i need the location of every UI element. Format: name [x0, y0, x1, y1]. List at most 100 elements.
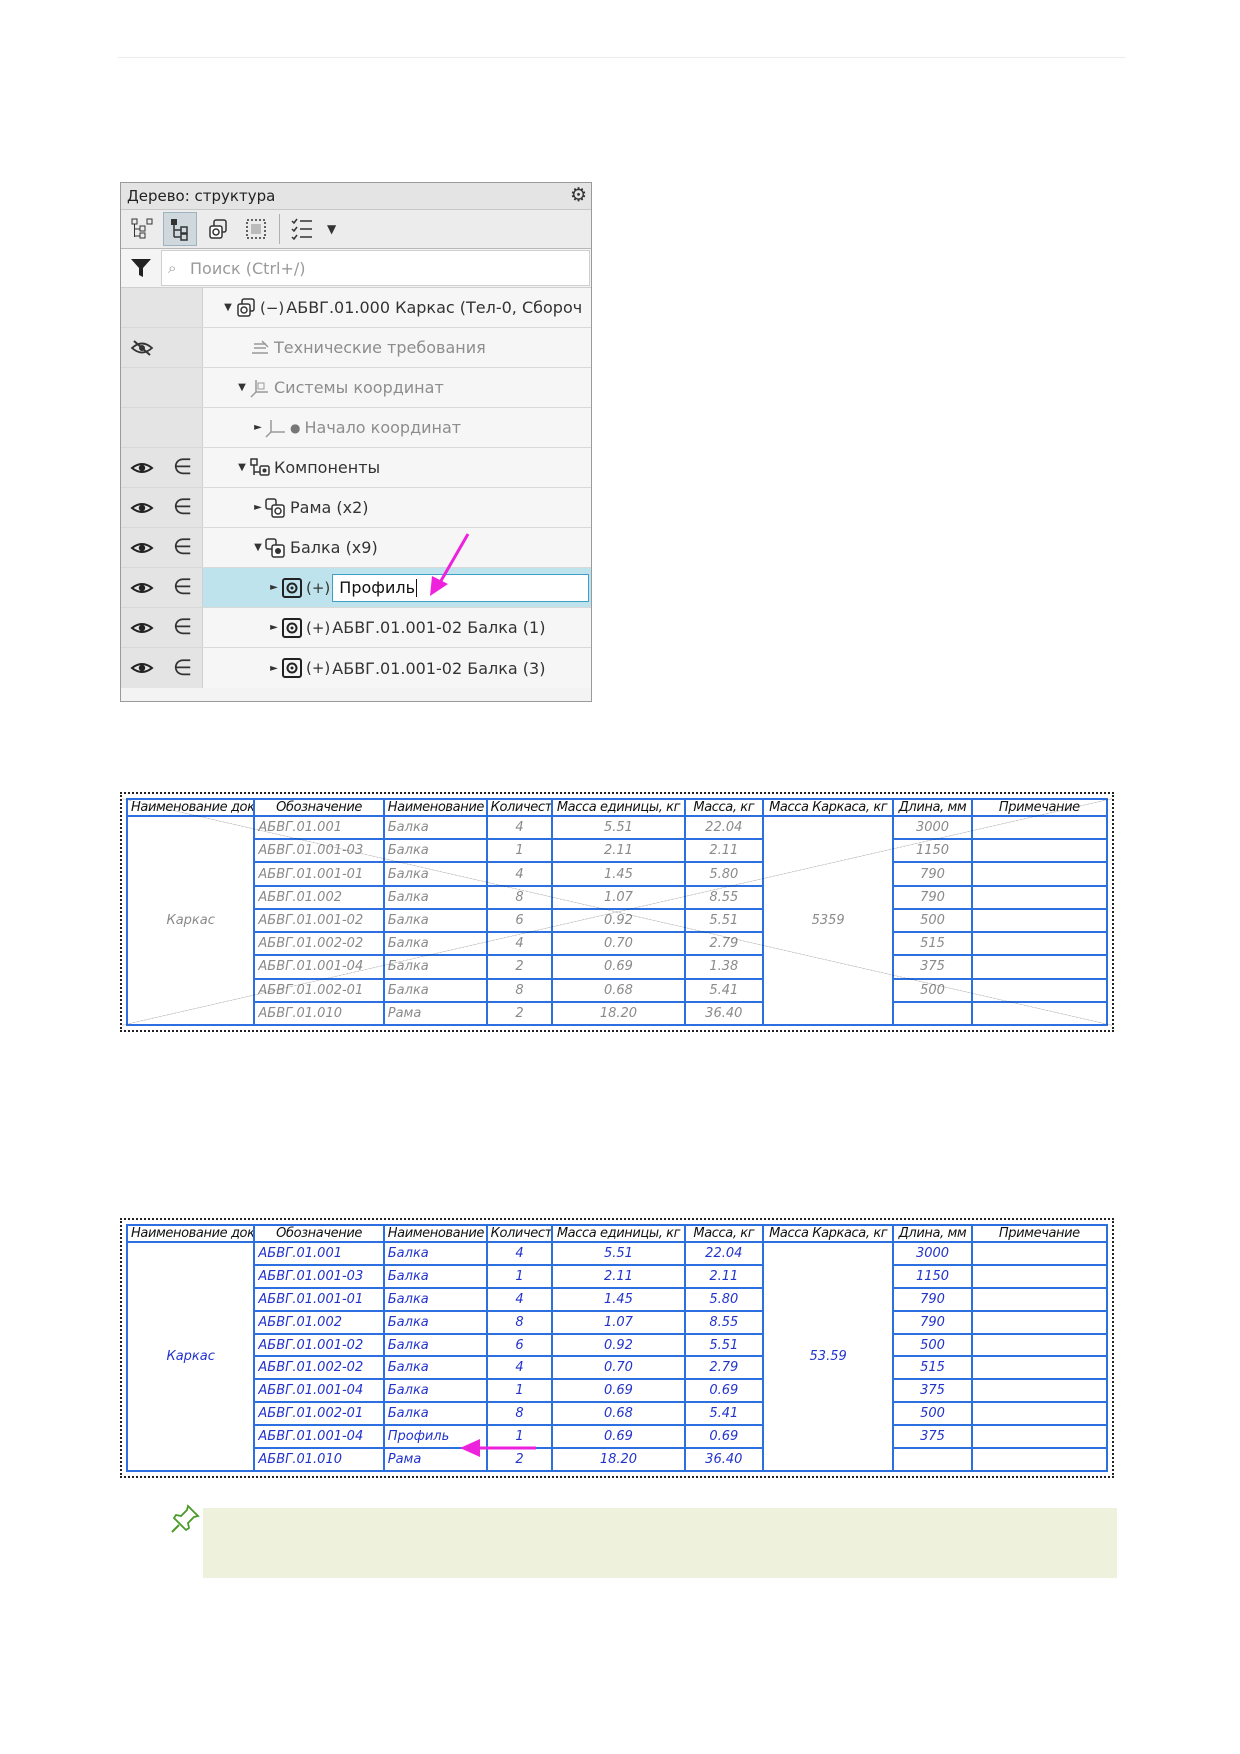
note-cell	[970, 931, 1109, 957]
include-in-spec-icon[interactable]: ∈	[163, 648, 203, 688]
column-header: Наименование	[382, 798, 488, 817]
hierarchy-tree-icon[interactable]	[163, 212, 197, 246]
eye-icon[interactable]	[121, 608, 163, 647]
collapsed-caret-icon[interactable]: ►	[267, 663, 281, 674]
mass-cell: 36.40	[683, 1447, 764, 1472]
selection-frame-icon[interactable]	[239, 212, 273, 246]
gear-icon[interactable]: ⚙	[570, 185, 587, 206]
designation-cell: АБВГ.01.001-01	[253, 1286, 385, 1312]
designation-cell: АБВГ.01.002-02	[253, 1355, 385, 1381]
length-cell	[892, 1447, 973, 1472]
note-cell	[970, 1332, 1109, 1358]
designation-cell: АБВГ.01.001-04	[253, 954, 385, 980]
expand-caret-icon[interactable]: ▼	[251, 542, 265, 553]
quantity-cell: 1	[485, 1378, 554, 1404]
column-header: Примечание	[970, 798, 1109, 817]
mass-cell: 5.80	[683, 1286, 764, 1312]
mass-cell: 2.79	[683, 1355, 764, 1381]
tree-row-origin[interactable]: ► ● Начало координат	[121, 408, 591, 448]
toolbar-separator	[279, 214, 280, 244]
name-cell: Балка	[382, 838, 488, 864]
expand-caret-icon[interactable]: ▼	[235, 382, 249, 393]
eye-icon[interactable]	[121, 448, 163, 487]
tree-row-components[interactable]: ∈ ▼ Компоненты	[121, 448, 591, 488]
include-in-spec-icon[interactable]: ∈	[163, 488, 203, 527]
tree-row-tech-requirements[interactable]: Технические требования	[121, 328, 591, 368]
eye-icon[interactable]	[121, 648, 163, 688]
text-cursor	[416, 578, 417, 597]
tree-item-label: АБВГ.01.001-02 Балка (1)	[332, 618, 546, 637]
collapsed-caret-icon[interactable]: ►	[267, 622, 281, 633]
eye-icon[interactable]	[121, 568, 163, 607]
length-cell: 790	[892, 1286, 973, 1312]
length-cell: 3000	[892, 814, 973, 841]
collapsed-caret-icon[interactable]: ►	[251, 422, 265, 433]
column-header: Количество	[485, 1224, 554, 1243]
rename-input[interactable]: Профиль	[332, 573, 589, 602]
point-icon: ●	[290, 420, 301, 435]
designation-cell: АБВГ.01.002	[253, 884, 385, 910]
quantity-cell: 4	[485, 814, 554, 841]
tree-row-root[interactable]: ▼ (−) АБВГ.01.000 Каркас (Тел-0, Сбороч	[121, 288, 591, 328]
designation-cell: АБВГ.01.001-02	[253, 1332, 385, 1358]
structure-tree-icon[interactable]	[125, 212, 159, 246]
note-cell	[970, 884, 1109, 910]
tree-row-beam-3[interactable]: ∈ ► (+) АБВГ.01.001-02 Балка (3)	[121, 648, 591, 688]
note-cell	[970, 1401, 1109, 1427]
tree-row-coordinate-systems[interactable]: ▼ Системы координат	[121, 368, 591, 408]
quantity-cell: 8	[485, 977, 554, 1003]
unit-mass-cell: 0.69	[551, 1378, 686, 1404]
name-cell: Балка	[382, 1401, 488, 1427]
filter-icon[interactable]	[121, 257, 161, 279]
include-cell	[163, 288, 203, 327]
name-cell: Балка	[382, 977, 488, 1003]
tree-row-beam-1[interactable]: ∈ ► (+) АБВГ.01.001-02 Балка (1)	[121, 608, 591, 648]
eye-icon[interactable]	[121, 488, 163, 527]
unit-mass-cell: 0.92	[551, 1332, 686, 1358]
unit-mass-cell: 0.68	[551, 1401, 686, 1427]
expand-caret-icon[interactable]: ▼	[221, 302, 235, 313]
quantity-cell: 6	[485, 907, 554, 934]
tree-row-beam-group[interactable]: ∈ ▼ Балка (x9)	[121, 528, 591, 568]
table-row: АБВГ.01.001-04 Профиль 1 0.69 0.69 375	[127, 1424, 1109, 1450]
unit-mass-cell: 1.07	[551, 1309, 686, 1335]
unit-mass-cell: 2.11	[551, 1263, 686, 1289]
tech-requirements-icon	[249, 337, 271, 359]
chevron-down-icon[interactable]: ▼	[327, 222, 336, 236]
search-input[interactable]	[190, 258, 510, 278]
tree-row-profile[interactable]: ∈ ► (+) Профиль	[121, 568, 591, 608]
assembly-icon	[265, 497, 287, 519]
designation-cell: АБВГ.01.002-01	[253, 977, 385, 1003]
tree-item-label: Системы координат	[274, 378, 444, 397]
search-box[interactable]: ⌕	[161, 250, 590, 286]
length-cell: 3000	[892, 1241, 973, 1266]
table-row: АБВГ.01.002 Балка 8 1.07 8.55 790	[127, 884, 1109, 910]
name-cell: Балка	[382, 1355, 488, 1381]
components-view-icon[interactable]	[201, 212, 235, 246]
collapsed-caret-icon[interactable]: ►	[251, 502, 265, 513]
eye-icon[interactable]	[121, 528, 163, 567]
table-row: Каркас АБВГ.01.001 Балка 4 5.51 22.04 53.59 300…	[125, 1241, 1109, 1472]
unit-mass-cell: 0.69	[551, 1424, 686, 1450]
hidden-eye-icon[interactable]	[121, 328, 163, 367]
name-cell: Балка	[382, 931, 488, 957]
designation-cell: АБВГ.01.001	[253, 1241, 385, 1266]
table-row: АБВГ.01.010 Рама 2 18.20 36.40	[127, 1447, 1109, 1472]
include-in-spec-icon[interactable]: ∈	[163, 448, 203, 487]
column-header: Длина, мм	[892, 1224, 973, 1243]
tree-row-frame[interactable]: ∈ ► Рама (x2)	[121, 488, 591, 528]
unit-mass-cell: 0.70	[551, 1355, 686, 1381]
include-in-spec-icon[interactable]: ∈	[163, 528, 203, 567]
designation-cell: АБВГ.01.002-02	[253, 931, 385, 957]
include-cell	[163, 328, 203, 367]
length-cell: 500	[892, 977, 973, 1003]
include-marker: (+)	[306, 618, 331, 637]
name-cell: Балка	[382, 954, 488, 980]
expand-caret-icon[interactable]: ▼	[235, 462, 249, 473]
designation-cell: АБВГ.01.001-04	[253, 1378, 385, 1404]
checklist-icon[interactable]	[285, 212, 319, 246]
include-in-spec-icon[interactable]: ∈	[163, 568, 203, 607]
collapsed-caret-icon[interactable]: ►	[267, 582, 281, 593]
table-row: АБВГ.01.002-01 Балка 8 0.68 5.41 500	[127, 1401, 1109, 1427]
include-in-spec-icon[interactable]: ∈	[163, 608, 203, 647]
